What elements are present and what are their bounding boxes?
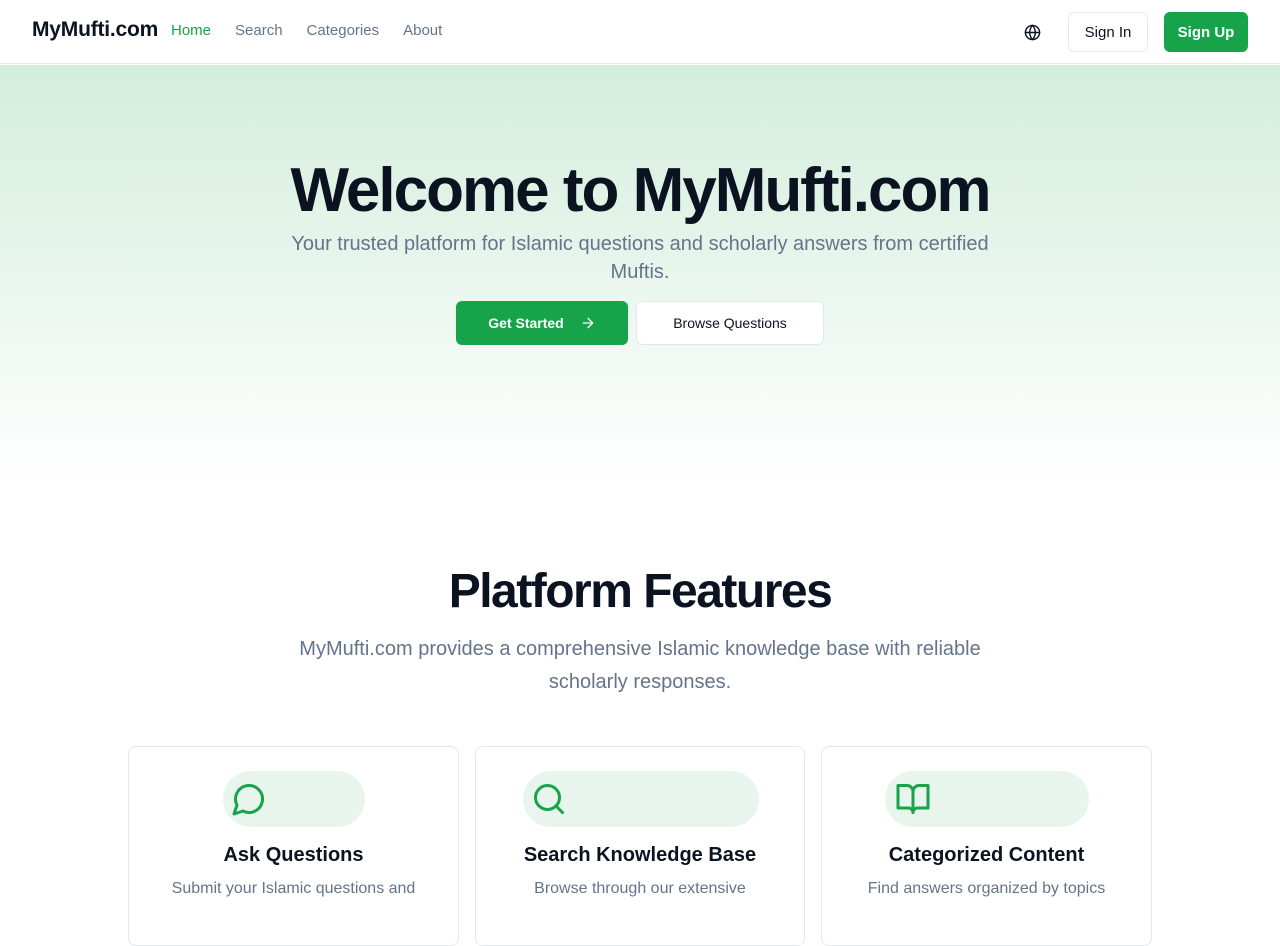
browse-questions-button[interactable]: Browse Questions [636, 301, 824, 345]
language-globe-icon[interactable] [1020, 20, 1044, 44]
sign-in-button[interactable]: Sign In [1068, 12, 1148, 52]
nav-home[interactable]: Home [171, 22, 211, 39]
nav-categories[interactable]: Categories [307, 22, 380, 39]
hero-title: Welcome to MyMufti.com [290, 156, 992, 225]
nav-about[interactable]: About [403, 22, 442, 39]
feature-card-categories: Categorized Content Find answers organiz… [821, 746, 1152, 946]
get-started-label: Get Started [488, 315, 564, 331]
card-title: Search Knowledge Base [523, 844, 757, 866]
main-nav: Home Search Categories About [171, 22, 442, 39]
feature-card-search: Search Knowledge Base Browse through our… [475, 746, 805, 946]
card-description: Submit your Islamic questions and [171, 880, 416, 897]
card-icon-pill [885, 771, 1089, 827]
site-logo[interactable]: MyMufti.com [32, 18, 158, 42]
book-open-icon [895, 781, 931, 822]
features-subtitle: MyMufti.com provides a comprehensive Isl… [299, 638, 981, 693]
card-icon-pill [523, 771, 759, 827]
card-icon-pill [223, 771, 365, 827]
card-title: Categorized Content [888, 844, 1085, 866]
hero-subtitle: Your trusted platform for Islamic questi… [291, 233, 989, 283]
search-icon [531, 781, 567, 822]
card-description: Find answers organized by topics [867, 880, 1106, 897]
chat-bubble-icon [231, 781, 267, 822]
sign-up-button[interactable]: Sign Up [1164, 12, 1248, 52]
top-navbar: MyMufti.com Home Search Categories About… [0, 0, 1280, 64]
nav-search[interactable]: Search [235, 22, 283, 39]
get-started-button[interactable]: Get Started [456, 301, 628, 345]
hero-section: Welcome to MyMufti.com Your trusted plat… [0, 65, 1280, 485]
arrow-right-icon [582, 317, 594, 329]
card-description: Browse through our extensive [534, 880, 746, 897]
features-title: Platform Features [448, 565, 833, 618]
card-title: Ask Questions [223, 844, 364, 866]
feature-card-ask: Ask Questions Submit your Islamic questi… [128, 746, 459, 946]
